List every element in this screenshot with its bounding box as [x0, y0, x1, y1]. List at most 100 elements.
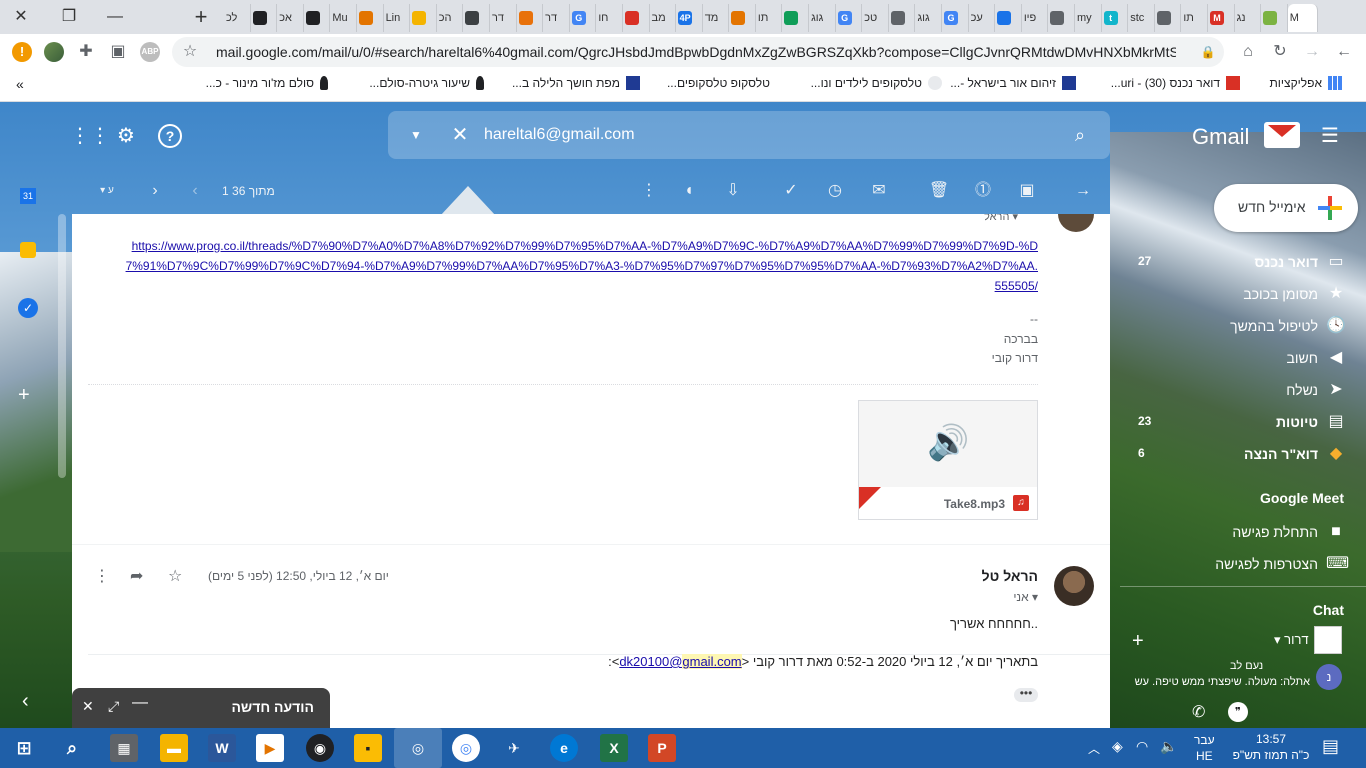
extension-box-icon[interactable]: ▣: [108, 42, 128, 62]
alert-icon[interactable]: !: [12, 42, 32, 62]
phone-icon[interactable]: ✆: [1192, 702, 1205, 722]
browser-tab[interactable]: [517, 4, 544, 32]
search-input[interactable]: hareltal6@gmail.com: [484, 126, 635, 144]
browser-tab[interactable]: גוג: [809, 4, 836, 32]
back-to-search-icon[interactable]: →: [1072, 180, 1094, 202]
browser-tab[interactable]: טכ: [862, 4, 889, 32]
restore-window-icon[interactable]: ❐: [56, 4, 82, 30]
compose-button[interactable]: אימייל חדש: [1214, 184, 1358, 232]
compose-minimized[interactable]: הודעה חדשה ✕ ⤢ —: [72, 688, 330, 728]
show-hidden-icons[interactable]: ︿: [1088, 740, 1100, 757]
message2-to[interactable]: אני ▾: [1013, 590, 1038, 604]
browser-tab[interactable]: הכ: [437, 4, 464, 32]
browser-tab[interactable]: M: [1287, 4, 1318, 32]
browser-tab[interactable]: [1261, 4, 1288, 32]
browser-tab[interactable]: [463, 4, 490, 32]
word-icon[interactable]: W: [208, 734, 236, 762]
browser-tab[interactable]: G: [942, 4, 969, 32]
browser-tab[interactable]: [357, 4, 384, 32]
wifi-icon[interactable]: ◠: [1136, 738, 1148, 755]
browser-tab[interactable]: מב: [650, 4, 677, 32]
clock[interactable]: 13:57 כ"ה תמוז תש"פ: [1226, 732, 1316, 762]
expand-icon[interactable]: ⤢: [108, 698, 119, 715]
delete-icon[interactable]: 🗑: [928, 180, 950, 202]
quote-email-link[interactable]: dk20100@gmail.com: [619, 654, 742, 669]
nav-starred[interactable]: מסומן בכוכב ★: [1120, 278, 1366, 310]
browser-tab[interactable]: דר: [490, 4, 517, 32]
close-window-icon[interactable]: ✕: [8, 4, 34, 30]
bookmark-dark-map[interactable]: מפת חושך הלילה ב...: [512, 76, 640, 90]
browser-tab[interactable]: [782, 4, 810, 32]
message2-sender[interactable]: הראל טל: [982, 568, 1038, 584]
more-options-icon[interactable]: ⋮: [638, 180, 660, 202]
browser-tab[interactable]: [304, 4, 331, 32]
chrome-active-icon[interactable]: ◎: [394, 728, 442, 768]
nav-sent[interactable]: נשלח ➤: [1120, 374, 1366, 406]
attachment-card[interactable]: 🔊 Take8.mp3 ♫: [858, 400, 1038, 520]
minimize-window-icon[interactable]: —: [102, 4, 128, 30]
tasks-icon[interactable]: ✓: [18, 298, 38, 318]
meet-start[interactable]: התחלת פגישה ■: [1120, 516, 1366, 548]
calendar-icon[interactable]: 31: [20, 188, 36, 204]
prev-page-icon[interactable]: ‹: [184, 180, 206, 202]
bookmark-star-icon[interactable]: ☆: [180, 42, 200, 62]
volume-icon[interactable]: 🔈: [1160, 738, 1177, 755]
search-icon[interactable]: ⌕: [1068, 123, 1092, 147]
bookmark-telescopes-kids[interactable]: טלסקופים לילדים ונו...: [811, 76, 942, 90]
extensions-icon[interactable]: ✚: [76, 42, 96, 62]
archive-icon[interactable]: ▣: [1016, 180, 1038, 202]
search-icon[interactable]: ⌕: [58, 734, 86, 762]
browser-tab[interactable]: [410, 4, 437, 32]
help-icon[interactable]: ?: [158, 124, 182, 148]
forward-icon[interactable]: →: [1302, 42, 1322, 62]
home-icon[interactable]: ⌂: [1238, 42, 1258, 62]
label-icon[interactable]: ◖: [678, 180, 700, 202]
browser-tab[interactable]: פיו: [1022, 4, 1049, 32]
bookmarks-more-button[interactable]: »: [16, 76, 24, 92]
media-player-icon[interactable]: ▶: [256, 734, 284, 762]
show-trimmed-content-button[interactable]: •••: [1014, 687, 1038, 702]
browser-tab[interactable]: חו: [596, 4, 623, 32]
browser-tab[interactable]: [1155, 4, 1182, 32]
search-box[interactable]: ▼ ✕ hareltal6@gmail.com ⌕: [388, 111, 1110, 159]
file-explorer-icon[interactable]: ▬: [160, 734, 188, 762]
bookmark-telescopes[interactable]: טלסקופ טלסקופים...: [667, 76, 770, 90]
scrollbar[interactable]: [58, 214, 66, 478]
browser-tab[interactable]: t: [1102, 4, 1129, 32]
expand-side-panel-icon[interactable]: ‹: [22, 690, 29, 713]
browser-tab[interactable]: גוג: [915, 4, 943, 32]
bookmark-inbox[interactable]: דואר נכנס (30) - uri...: [1111, 76, 1240, 90]
edge-icon[interactable]: e: [550, 734, 578, 762]
browser-tab[interactable]: [251, 4, 278, 32]
powerpoint-icon[interactable]: P: [648, 734, 676, 762]
clear-search-icon[interactable]: ✕: [448, 123, 472, 147]
chat-bubble-icon[interactable]: ❞: [1228, 702, 1248, 722]
excel-icon[interactable]: X: [600, 734, 628, 762]
browser-tab[interactable]: [995, 4, 1022, 32]
nav-snoozed[interactable]: לטיפול בהמשך 🕓: [1120, 310, 1366, 342]
input-tools-icon[interactable]: ▾ ע: [90, 180, 124, 202]
browser-tab[interactable]: G: [836, 4, 863, 32]
browser-tab[interactable]: תו: [1181, 4, 1208, 32]
report-spam-icon[interactable]: ⓵: [972, 180, 994, 202]
bookmark-light-pollution[interactable]: זיהום אור בישראל -...: [950, 76, 1076, 90]
new-tab-button[interactable]: +: [188, 4, 214, 30]
reply-icon[interactable]: ➦: [130, 566, 143, 586]
browser-tab[interactable]: אכ: [277, 4, 304, 32]
profile-avatar[interactable]: [44, 42, 64, 62]
chat-user-name[interactable]: דרור ▾: [1274, 632, 1309, 648]
address-bar[interactable]: ☆ mail.google.com/mail/u/0/#search/harel…: [172, 37, 1224, 67]
next-page-icon[interactable]: ›: [144, 180, 166, 202]
browser-tab[interactable]: לכ: [224, 4, 251, 32]
browser-tab[interactable]: תו: [756, 4, 783, 32]
url-text[interactable]: mail.google.com/mail/u/0/#search/harelta…: [216, 44, 1176, 60]
bookmark-guitar-lesson[interactable]: שיעור גיטרה-סולם...: [369, 76, 484, 90]
nav-label[interactable]: 6 דוא"ר הנצה ◆: [1120, 438, 1366, 470]
add-addon-icon[interactable]: +: [18, 384, 30, 407]
star-icon[interactable]: ☆: [168, 566, 182, 586]
browser-tab[interactable]: נג: [1235, 4, 1262, 32]
browser-tab[interactable]: Lin: [384, 4, 411, 32]
start-icon[interactable]: ⊞: [10, 734, 38, 762]
browser-tab[interactable]: [1048, 4, 1075, 32]
more-options-icon[interactable]: ⋮: [94, 566, 110, 586]
